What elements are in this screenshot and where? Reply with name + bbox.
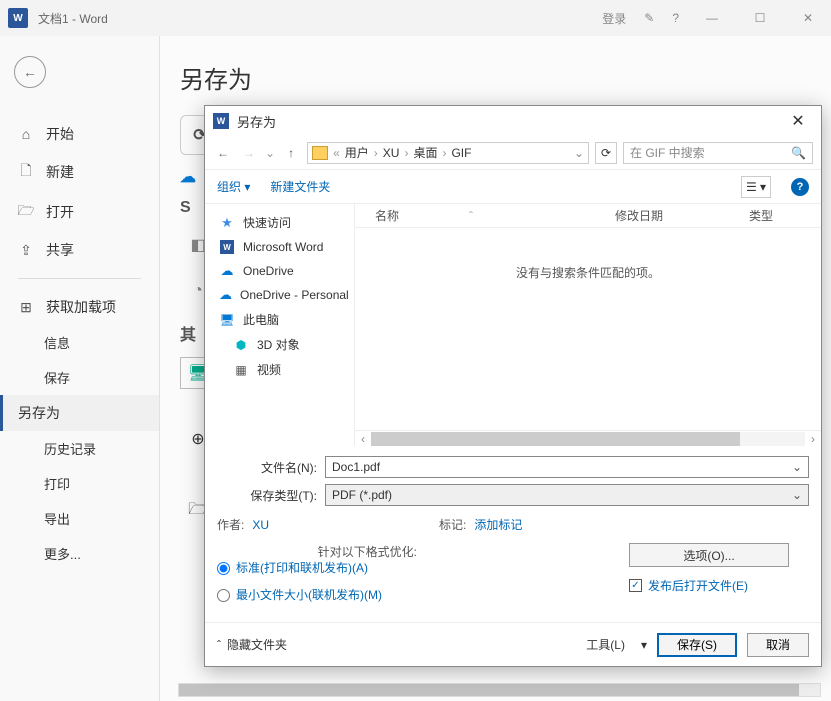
column-name[interactable]: 名称 [375, 207, 399, 224]
file-name-input[interactable]: Doc1.pdf [325, 456, 809, 478]
file-type-dropdown[interactable]: PDF (*.pdf) [325, 484, 809, 506]
radio-minimum[interactable]: 最小文件大小(联机发布)(M) [217, 587, 417, 604]
page-title: 另存为 [170, 60, 831, 95]
back-button[interactable]: ← [14, 56, 46, 88]
breadcrumb[interactable]: « 用户› XU› 桌面› GIF ⌄ [307, 142, 589, 164]
file-type-label: 保存类型(T): [217, 487, 317, 504]
tags-value[interactable]: 添加标记 [474, 518, 522, 532]
nav-save-as[interactable]: 另存为 [0, 395, 159, 431]
word-icon: W [219, 239, 235, 255]
nav-start[interactable]: ⌂开始 [0, 116, 159, 152]
nav-print[interactable]: 打印 [0, 466, 159, 501]
dialog-help-button[interactable]: ? [791, 178, 809, 196]
window-title: 文档1 - Word [38, 10, 602, 27]
refresh-button[interactable]: ⟳ [595, 142, 617, 164]
nav-save[interactable]: 保存 [0, 360, 159, 395]
save-as-dialog: W 另存为 ✕ ← → ⌄ ↑ « 用户› XU› 桌面› GIF ⌄ ⟳ 在 … [204, 105, 822, 667]
cloud-icon: ☁ [219, 263, 235, 279]
nav-addons[interactable]: ⊞获取加载项 [0, 289, 159, 325]
open-after-checkbox[interactable]: ✓ 发布后打开文件(E) [629, 577, 809, 594]
cancel-button[interactable]: 取消 [747, 633, 809, 657]
chevron-up-icon: ˆ [217, 638, 221, 652]
breadcrumb-item[interactable]: 桌面 [413, 144, 437, 161]
open-folder-icon: 🗁 [18, 200, 34, 224]
dialog-word-icon: W [213, 113, 229, 129]
author-label: 作者: [217, 518, 244, 532]
column-date[interactable]: 修改日期 [615, 207, 749, 224]
other-header-partial: 其 [180, 321, 196, 345]
app-titlebar: W 文档1 - Word 登录 ✎ ? — ☐ ✕ [0, 0, 831, 36]
author-value[interactable]: XU [252, 518, 269, 532]
tree-onedrive-personal[interactable]: ☁OneDrive - Personal [205, 283, 354, 307]
nav-history[interactable]: 历史记录 [0, 431, 159, 466]
breadcrumb-item[interactable]: GIF [451, 146, 471, 160]
tags-label: 标记: [439, 518, 466, 532]
nav-history-dropdown[interactable]: ⌄ [265, 146, 275, 160]
nav-info[interactable]: 信息 [0, 325, 159, 360]
tree-3d-objects[interactable]: ⬢3D 对象 [205, 332, 354, 357]
breadcrumb-folder-icon [312, 146, 328, 160]
close-window-button[interactable]: ✕ [793, 11, 823, 25]
breadcrumb-item[interactable]: XU [383, 146, 400, 160]
word-app-icon: W [8, 8, 28, 28]
new-folder-button[interactable]: 新建文件夹 [270, 178, 330, 195]
nav-up-button[interactable]: ↑ [281, 146, 301, 160]
nav-back-button[interactable]: ← [213, 146, 233, 160]
tree-video[interactable]: ▦视频 [205, 357, 354, 382]
hide-folders-toggle[interactable]: ˆ隐藏文件夹 [217, 636, 287, 653]
pc-icon: 🖥 [219, 312, 235, 328]
dialog-title: 另存为 [237, 112, 783, 131]
nav-more[interactable]: 更多... [0, 536, 159, 571]
search-icon: 🔍 [791, 146, 806, 160]
file-list-header[interactable]: 名称 ˆ 修改日期 类型 [355, 204, 821, 228]
view-mode-button[interactable]: ☰ ▾ [741, 176, 771, 198]
nav-export[interactable]: 导出 [0, 501, 159, 536]
nav-share[interactable]: ⇪共享 [0, 232, 159, 268]
nav-open[interactable]: 🗁打开 [0, 192, 159, 232]
organize-menu[interactable]: 组织 ▾ [217, 178, 250, 195]
maximize-button[interactable]: ☐ [745, 11, 775, 25]
tree-onedrive[interactable]: ☁OneDrive [205, 259, 354, 283]
cloud-icon: ☁ [219, 287, 232, 303]
share-header-partial: S [180, 199, 191, 217]
cube-icon: ⬢ [233, 337, 249, 353]
tree-this-pc[interactable]: 🖥此电脑 [205, 307, 354, 332]
save-button[interactable]: 保存(S) [657, 633, 737, 657]
optimize-label: 针对以下格式优化: [217, 543, 417, 560]
nav-forward-button[interactable]: → [239, 146, 259, 160]
new-doc-icon: 🗋 [18, 160, 34, 184]
file-list-hscroll[interactable]: ‹› [355, 430, 821, 446]
options-button[interactable]: 选项(O)... [629, 543, 789, 567]
film-icon: ▦ [233, 362, 249, 378]
sort-indicator-icon: ˆ [469, 209, 473, 223]
minimize-button[interactable]: — [697, 11, 727, 25]
horizontal-scrollbar[interactable] [178, 683, 821, 697]
folder-tree: ★快速访问 WMicrosoft Word ☁OneDrive ☁OneDriv… [205, 204, 355, 446]
home-icon: ⌂ [18, 126, 34, 142]
nav-new[interactable]: 🗋新建 [0, 152, 159, 192]
radio-standard[interactable]: 标准(打印和联机发布)(A) [217, 560, 417, 577]
star-icon: ★ [219, 215, 235, 231]
dialog-close-button[interactable]: ✕ [783, 111, 813, 131]
addons-icon: ⊞ [18, 299, 34, 316]
tree-quick-access[interactable]: ★快速访问 [205, 210, 354, 235]
backstage-nav: ← ⌂开始 🗋新建 🗁打开 ⇪共享 ⊞获取加载项 信息 保存 另存为 历史记录 … [0, 36, 160, 701]
search-input[interactable]: 在 GIF 中搜索 🔍 [623, 142, 813, 164]
empty-results-message: 没有与搜索条件匹配的项。 [355, 228, 821, 430]
tree-word[interactable]: WMicrosoft Word [205, 235, 354, 259]
tools-menu[interactable]: 工具(L)▾ [586, 636, 647, 653]
help-hint-icon[interactable]: ? [672, 11, 679, 25]
login-link[interactable]: 登录 [602, 10, 626, 27]
file-name-label: 文件名(N): [217, 459, 317, 476]
share-icon: ⇪ [18, 242, 34, 259]
column-type[interactable]: 类型 [749, 207, 821, 224]
breadcrumb-item[interactable]: 用户 [345, 144, 369, 161]
inking-icon[interactable]: ✎ [644, 11, 654, 25]
